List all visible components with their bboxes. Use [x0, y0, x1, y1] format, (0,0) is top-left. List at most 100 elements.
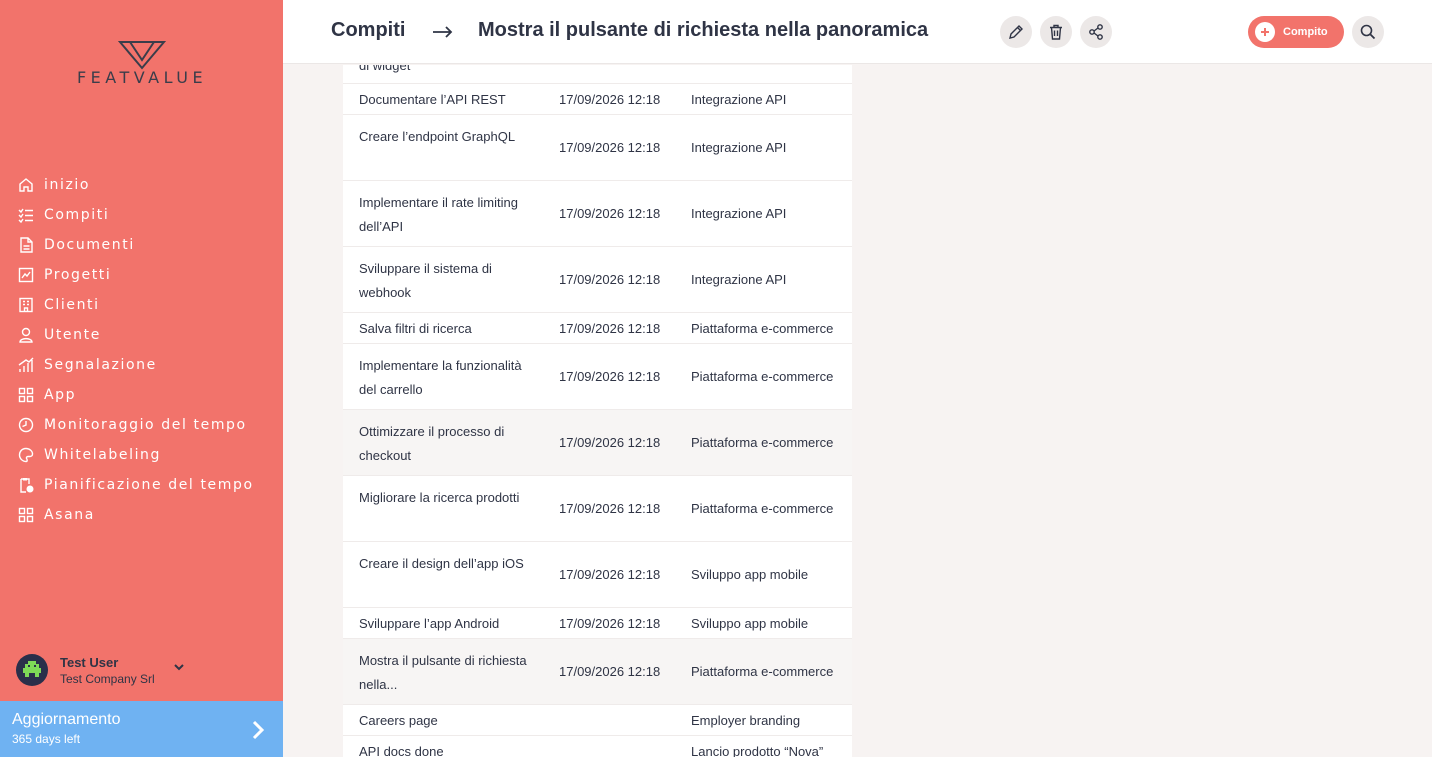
task-name: Sviluppare l’app Android [359, 616, 500, 631]
task-name: Creare il design dell’app iOS [359, 556, 524, 571]
sidebar-item-monitoraggio-del-tempo[interactable]: Monitoraggio del tempo [16, 410, 276, 440]
table-row[interactable]: Migliorare la ricerca prodotti 17/09/202… [343, 476, 852, 542]
chevron-right-icon [250, 719, 266, 746]
task-project: Piattaforma e-commerce [691, 664, 834, 679]
table-row[interactable]: Mostra il pulsante di richiesta nella...… [343, 639, 852, 705]
sidebar-item-asana[interactable]: Asana [16, 500, 276, 530]
breadcrumb[interactable]: Compiti [331, 19, 405, 42]
task-project: Integrazione API [691, 140, 787, 155]
task-name: Migliorare la ricerca prodotti [359, 490, 520, 505]
table-row[interactable]: Documentare l’API REST 17/09/2026 12:18 … [343, 84, 852, 115]
user-menu[interactable]: Test User Test Company Srl [16, 652, 276, 688]
sidebar-item-pianificazione-del-tempo[interactable]: Pianificazione del tempo [16, 470, 276, 500]
table-row[interactable]: Salva filtri di ricerca 17/09/2026 12:18… [343, 313, 852, 344]
sidebar-item-whitelabeling[interactable]: Whitelabeling [16, 440, 276, 470]
task-project: Lancio prodotto “Nova” [691, 744, 824, 757]
trash-icon [1050, 24, 1062, 40]
sidebar-item-label: App [44, 387, 77, 403]
table-row[interactable]: Sviluppare il sistema di webhook 17/09/2… [343, 247, 852, 313]
task-project: Piattaforma e-commerce [691, 501, 834, 516]
task-date: 17/09/2026 12:18 [559, 567, 661, 582]
task-project: Sviluppo app mobile [691, 567, 809, 582]
task-name: di widget [359, 65, 411, 73]
upgrade-banner[interactable]: Aggiornamento 365 days left [0, 701, 283, 757]
share-icon [1089, 24, 1103, 40]
task-name: Documentare l’API REST [359, 92, 506, 107]
sidebar-item-inizio[interactable]: inizio [16, 170, 276, 200]
table-row[interactable]: Creare l’endpoint GraphQL 17/09/2026 12:… [343, 115, 852, 181]
add-task-button[interactable]: Compito [1248, 16, 1344, 48]
tasks-table: di widget Documentare l’API REST 17/09/2… [343, 65, 852, 757]
asana-icon [16, 505, 36, 525]
task-project: Integrazione API [691, 272, 787, 287]
task-name: Implementare il rate limiting dell’API [359, 195, 518, 234]
clients-icon [16, 295, 36, 315]
table-row[interactable]: Implementare la funzionalità del carrell… [343, 344, 852, 410]
sidebar-item-segnalazione[interactable]: Segnalazione [16, 350, 276, 380]
table-row[interactable]: Sviluppare l’app Android 17/09/2026 12:1… [343, 608, 852, 639]
sidebar-item-label: Progetti [44, 267, 112, 283]
sidebar: FEATVALUE inizio Compiti Documenti Proge… [0, 0, 283, 757]
sidebar-nav: inizio Compiti Documenti Progetti Client… [16, 170, 276, 530]
table-row[interactable]: API docs done Lancio prodotto “Nova” [343, 736, 852, 757]
table-row[interactable]: Ottimizzare il processo di checkout 17/0… [343, 410, 852, 476]
share-button[interactable] [1080, 16, 1112, 48]
task-project: Integrazione API [691, 92, 787, 107]
apps-icon [16, 385, 36, 405]
sidebar-item-clienti[interactable]: Clienti [16, 290, 276, 320]
delete-button[interactable] [1040, 16, 1072, 48]
time-tracking-icon [16, 415, 36, 435]
sidebar-item-label: Whitelabeling [44, 447, 162, 463]
sidebar-item-label: Clienti [44, 297, 100, 313]
task-name: Mostra il pulsante di richiesta nella... [359, 653, 527, 692]
user-info: Test User Test Company Srl [60, 655, 155, 686]
sidebar-item-label: Utente [44, 327, 101, 343]
whitelabel-icon [16, 445, 36, 465]
sidebar-item-label: Monitoraggio del tempo [44, 417, 247, 433]
reporting-icon [16, 355, 36, 375]
task-date: 17/09/2026 12:18 [559, 616, 661, 631]
upgrade-days-left: 365 days left [12, 732, 81, 746]
table-row[interactable]: di widget [343, 65, 852, 84]
sidebar-item-compiti[interactable]: Compiti [16, 200, 276, 230]
featvalue-logo[interactable]: FEATVALUE [56, 40, 228, 88]
user-company: Test Company Srl [60, 671, 155, 686]
task-project: Piattaforma e-commerce [691, 435, 834, 450]
documents-icon [16, 235, 36, 255]
sidebar-item-label: Compiti [44, 207, 110, 223]
home-icon [16, 175, 36, 195]
tasks-icon [16, 205, 36, 225]
user-icon [16, 325, 36, 345]
task-name: Creare l’endpoint GraphQL [359, 129, 516, 144]
sidebar-item-label: Documenti [44, 237, 135, 253]
task-name: Salva filtri di ricerca [359, 321, 472, 336]
task-name: Sviluppare il sistema di webhook [359, 261, 492, 300]
task-project: Sviluppo app mobile [691, 616, 809, 631]
add-task-label: Compito [1283, 26, 1328, 38]
sidebar-item-label: Asana [44, 507, 95, 523]
edit-button[interactable] [1000, 16, 1032, 48]
task-date: 17/09/2026 12:18 [559, 435, 661, 450]
user-name: Test User [60, 654, 119, 670]
sidebar-item-app[interactable]: App [16, 380, 276, 410]
sidebar-item-label: Pianificazione del tempo [44, 477, 254, 493]
task-date: 17/09/2026 12:18 [559, 321, 661, 336]
sidebar-item-documenti[interactable]: Documenti [16, 230, 276, 260]
page-header: Compiti Mostra il pulsante di richiesta … [283, 0, 1432, 64]
sidebar-item-progetti[interactable]: Progetti [16, 260, 276, 290]
table-row[interactable]: Careers page Employer branding [343, 705, 852, 736]
table-row[interactable]: Implementare il rate limiting dell’API 1… [343, 181, 852, 247]
task-name: Ottimizzare il processo di checkout [359, 424, 505, 463]
logo-mark-icon [118, 41, 166, 70]
task-project: Integrazione API [691, 206, 787, 221]
sidebar-item-utente[interactable]: Utente [16, 320, 276, 350]
search-button[interactable] [1352, 16, 1384, 48]
logo-text: FEATVALUE [76, 68, 208, 87]
page-title: Mostra il pulsante di richiesta nella pa… [478, 19, 929, 41]
chevron-down-icon[interactable] [172, 660, 186, 679]
table-row[interactable]: Creare il design dell’app iOS 17/09/2026… [343, 542, 852, 608]
arrow-right-icon [431, 20, 455, 49]
task-name: Careers page [359, 713, 438, 728]
plus-icon [1255, 22, 1275, 42]
task-date: 17/09/2026 12:18 [559, 140, 661, 155]
